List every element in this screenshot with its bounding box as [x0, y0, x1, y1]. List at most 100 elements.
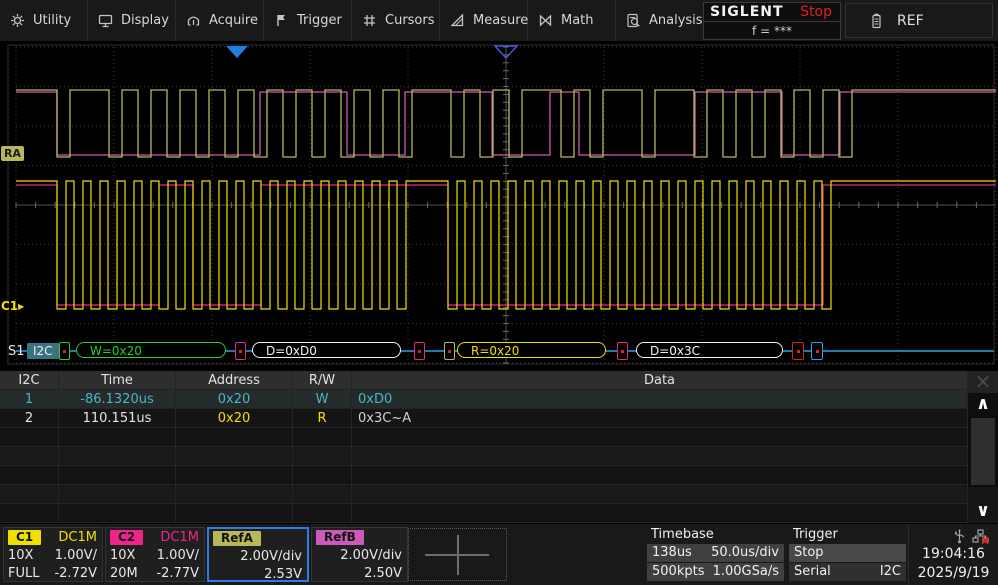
table-row[interactable]: 2 110.151us 0x20 R 0x3C~A	[0, 409, 998, 428]
refb-offset: 2.50V	[364, 566, 402, 581]
lan-error-icon	[972, 529, 989, 544]
gear-icon	[11, 14, 24, 27]
menu-cursors[interactable]: Cursors	[352, 0, 440, 41]
decode-table-rows: 1 -86.1320us 0x20 W 0xD0 2 110.151us 0x20 R 0x3C~…	[0, 390, 998, 523]
menu-analysis[interactable]: Analysis	[616, 0, 704, 41]
menu-utility[interactable]: Utility	[0, 0, 88, 41]
timebase-delay: 138us	[652, 545, 692, 560]
table-scrollbar: × ∧ ∨	[968, 371, 998, 523]
menu-math[interactable]: Math	[528, 0, 616, 41]
timebase-panel[interactable]: Timebase 138us 50.0us/div 500kpts 1.00GSa/…	[647, 527, 784, 582]
table-cell: 0xD0	[352, 390, 968, 409]
c1-bandwidth: FULL	[8, 566, 40, 581]
refa-scale: 2.00V/div	[240, 549, 302, 564]
c2-probe: 10X	[110, 548, 136, 563]
usb-icon	[955, 529, 964, 544]
i2c-bus-badge[interactable]: I2C	[27, 343, 59, 359]
header-time: Time	[59, 371, 176, 390]
table-row	[0, 485, 998, 504]
table-cell: W	[293, 390, 352, 409]
decode-mark	[811, 342, 823, 360]
channel-box-refb[interactable]: RefB 2.00V/div 2.50V	[311, 527, 408, 582]
menu-cursors-label: Cursors	[385, 13, 435, 28]
decode-table: I2C Time Address R/W Data 1 -86.1320us 0x2…	[0, 371, 998, 523]
decode-mark	[444, 342, 455, 360]
scroll-down-icon[interactable]: ∨	[968, 501, 998, 523]
menu-measure[interactable]: Measure	[440, 0, 528, 41]
analysis-icon	[627, 13, 640, 28]
refa-offset: 2.53V	[264, 567, 302, 582]
add-channel-button[interactable]	[408, 528, 507, 581]
scrollbar-track[interactable]	[968, 416, 998, 487]
menu-trigger[interactable]: Trigger	[264, 0, 352, 41]
table-cell: R	[293, 409, 352, 428]
table-cell: 2	[0, 409, 59, 428]
menu-utility-label: Utility	[33, 13, 72, 28]
c1-coupling: DC1M	[58, 530, 97, 545]
decode-mark	[235, 342, 246, 360]
table-cell: 110.151us	[59, 409, 176, 428]
trigger-status: Stop	[794, 545, 824, 560]
trigger-panel[interactable]: Trigger Stop Serial I2C	[789, 527, 906, 582]
ref-list-icon	[872, 13, 881, 28]
waveform-display: W=0x20 D=0xD0 R=0x20 D=0x3C RA C1▸ S1 I2C	[0, 42, 998, 371]
timebase-depth: 500kpts	[652, 564, 705, 579]
trigger-mode: Serial	[794, 564, 831, 579]
decode-box: W=0x20	[76, 342, 226, 358]
c1-scale: 1.00V/	[54, 548, 97, 563]
menu-bar: Utility Display Acquire Trigger Cursors …	[0, 0, 998, 42]
channel-box-c1[interactable]: C1 DC1M 10X 1.00V/ FULL -2.72V	[3, 527, 103, 582]
serial-decode-label: S1	[8, 344, 25, 359]
menu-acquire-label: Acquire	[209, 13, 258, 28]
c1-badge: C1	[8, 530, 42, 545]
c2-bandwidth: 20M	[110, 566, 138, 581]
c1-probe: 10X	[8, 548, 34, 563]
decode-box: D=0xD0	[252, 342, 401, 358]
trigger-bus-type: I2C	[879, 564, 901, 579]
table-cell: 0x20	[176, 409, 293, 428]
refa-position-label[interactable]: RA	[1, 146, 24, 161]
logo-status-block: SIGLENT Stop f = ***	[703, 2, 841, 40]
date-display: 2025/9/19	[917, 565, 990, 581]
decode-box: D=0x3C	[636, 342, 783, 358]
menu-display-label: Display	[121, 13, 169, 28]
ref-label: REF	[897, 12, 924, 29]
c1-position-label[interactable]: C1▸	[1, 299, 24, 313]
table-cell: 1	[0, 390, 59, 409]
run-state-indicator: Stop	[800, 4, 832, 21]
header-address: Address	[176, 371, 293, 390]
trigger-title: Trigger	[793, 527, 838, 542]
menu-math-label: Math	[561, 13, 594, 28]
table-row[interactable]: 1 -86.1320us 0x20 W 0xD0	[0, 390, 998, 409]
scroll-up-icon[interactable]: ∧	[968, 393, 998, 416]
measure-icon	[450, 13, 464, 27]
trigger-frequency-readout: f = ***	[704, 21, 840, 39]
scrollbar-thumb[interactable]	[971, 418, 995, 485]
decode-mark	[617, 342, 628, 360]
status-bar: C1 DC1M 10X 1.00V/ FULL -2.72V C2 DC1M 10X 1.…	[0, 523, 998, 585]
table-row	[0, 447, 998, 466]
channel-box-refa[interactable]: RefA 2.00V/div 2.53V	[207, 527, 309, 582]
table-row	[0, 466, 998, 485]
decode-mark	[59, 342, 70, 360]
menu-acquire[interactable]: Acquire	[176, 0, 264, 41]
menu-trigger-label: Trigger	[297, 13, 342, 28]
header-i2c: I2C	[0, 371, 59, 390]
close-icon[interactable]: ×	[968, 371, 998, 393]
time-display: 19:04:16	[922, 546, 985, 562]
flag-icon	[277, 15, 285, 26]
cursors-icon	[364, 15, 375, 26]
menu-display[interactable]: Display	[88, 0, 176, 41]
refb-scale: 2.00V/div	[340, 548, 402, 563]
header-data: Data	[352, 371, 968, 390]
channel-box-c2[interactable]: C2 DC1M 10X 1.00V/ 20M -2.77V	[105, 527, 205, 582]
clock-panel: 19:04:16 2025/9/19	[908, 524, 998, 585]
siglent-logo: SIGLENT	[710, 4, 784, 21]
table-cell: 0x3C~A	[352, 409, 968, 428]
table-cell: -86.1320us	[59, 390, 176, 409]
menu-measure-label: Measure	[473, 13, 529, 28]
ref-button[interactable]: REF	[845, 3, 993, 38]
c2-coupling: DC1M	[160, 530, 199, 545]
table-row	[0, 504, 998, 523]
oscilloscope-screen: Utility Display Acquire Trigger Cursors …	[0, 0, 998, 585]
